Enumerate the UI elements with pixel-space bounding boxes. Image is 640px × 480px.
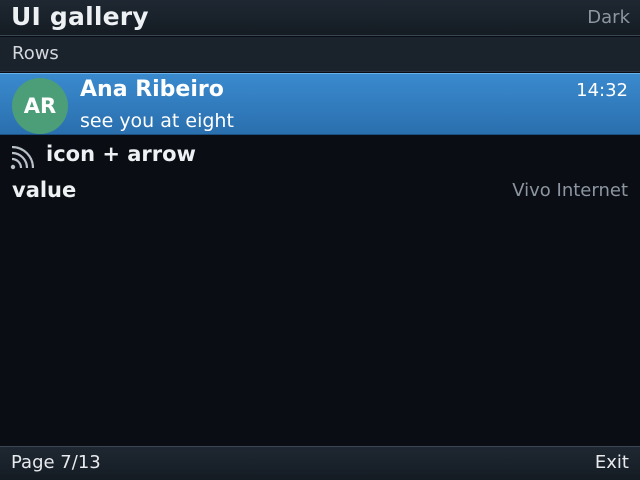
softkey-bar: Page 7/13 Exit: [0, 446, 640, 480]
section-header: Rows: [0, 37, 640, 72]
exit-softkey[interactable]: Exit: [595, 452, 629, 473]
title-bar: UI gallery Dark: [0, 0, 640, 36]
avatar: AR: [12, 78, 68, 134]
icon-arrow-row[interactable]: icon + arrow: [0, 138, 640, 172]
theme-indicator: Dark: [587, 7, 630, 28]
value-row-value: Vivo Internet: [512, 180, 628, 201]
contact-name: Ana Ribeiro: [80, 77, 224, 102]
left-softkey[interactable]: Page 7/13: [11, 452, 101, 473]
icon-row-label: icon + arrow: [46, 142, 196, 166]
contact-message: see you at eight: [80, 110, 234, 132]
rss-icon: [10, 146, 34, 170]
section-header-label: Rows: [12, 43, 59, 64]
value-row-label: value: [12, 178, 77, 202]
contact-time: 14:32: [576, 80, 628, 101]
value-row[interactable]: value Vivo Internet: [0, 174, 640, 208]
page-title: UI gallery: [11, 2, 149, 31]
avatar-initials: AR: [23, 94, 57, 118]
contact-row[interactable]: AR Ana Ribeiro 14:32 see you at eight: [0, 73, 640, 135]
